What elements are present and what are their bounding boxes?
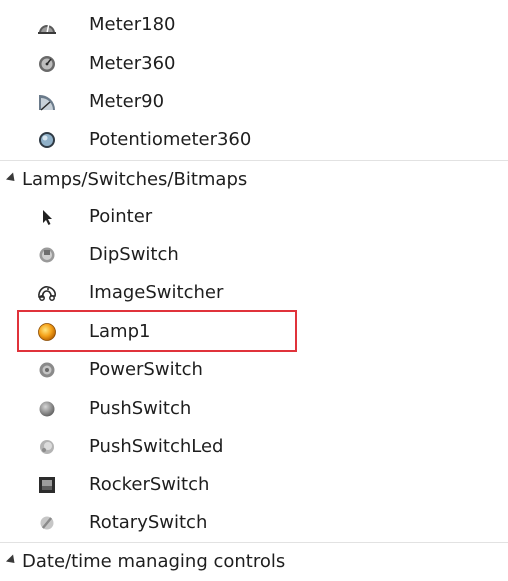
toolbox-item-meter180[interactable]: Meter180 [0,6,508,44]
toolbox-item-meter360[interactable]: Meter360 [0,45,508,83]
pointer-arrow-icon [36,206,58,228]
toolbox-item-label: Lamp1 [89,321,151,342]
dipswitch-icon [36,244,58,266]
toolbox-item-label: PushSwitch [89,398,192,419]
toolbox-item-label: DipSwitch [89,244,179,265]
rotary-switch-icon [36,512,58,534]
meter360-icon [36,53,58,75]
toolbox-item-imageswitcher[interactable]: ImageSwitcher [0,274,508,312]
toolbox-item-dipswitch[interactable]: DipSwitch [0,236,508,274]
toolbox-item-pointer[interactable]: Pointer [0,198,508,236]
toolbox-item-rockerswitch[interactable]: RockerSwitch [0,466,508,504]
category-label: Lamps/Switches/Bitmaps [22,169,248,190]
toolbox-item-powerswitch[interactable]: PowerSwitch [0,351,508,389]
toolbox-item-label: Potentiometer360 [89,129,252,150]
expanded-chevron-icon[interactable] [5,172,19,185]
toolbox-item-label: ImageSwitcher [89,282,224,303]
rocker-switch-icon [36,474,58,496]
meter180-icon [36,14,58,36]
power-switch-icon [36,359,58,381]
toolbox-item-label: RotarySwitch [89,512,208,533]
toolbox-item-label: Meter360 [89,53,176,74]
toolbox-item-pushswitch[interactable]: PushSwitch [0,390,508,428]
imageswitcher-icon [36,282,58,304]
toolbox-item-label: Meter180 [89,14,176,35]
toolbox-item-label: Pointer [89,206,153,227]
potentiometer-icon [36,129,58,151]
category-label: Date/time managing controls [22,551,286,572]
toolbox-tree: Meter180 Meter360 Meter90 Potentiometer3… [0,0,508,577]
toolbox-item-rotaryswitch[interactable]: RotarySwitch [0,504,508,542]
expanded-chevron-icon[interactable] [5,554,19,567]
toolbox-item-label: PowerSwitch [89,359,203,380]
lamp-icon [36,321,58,343]
category-date-time-controls[interactable]: Date/time managing controls [0,542,508,580]
toolbox-item-pushswitchled[interactable]: PushSwitchLed [0,428,508,466]
push-switch-led-icon [36,436,58,458]
toolbox-item-meter90[interactable]: Meter90 [0,83,508,121]
push-switch-icon [36,398,58,420]
toolbox-item-lamp1[interactable]: Lamp1 [0,313,508,351]
toolbox-item-potentiometer360[interactable]: Potentiometer360 [0,121,508,159]
category-lamps-switches-bitmaps[interactable]: Lamps/Switches/Bitmaps [0,160,508,198]
toolbox-item-label: PushSwitchLed [89,436,224,457]
toolbox-item-label: RockerSwitch [89,474,210,495]
toolbox-item-label: Meter90 [89,91,165,112]
meter90-icon [36,91,58,113]
